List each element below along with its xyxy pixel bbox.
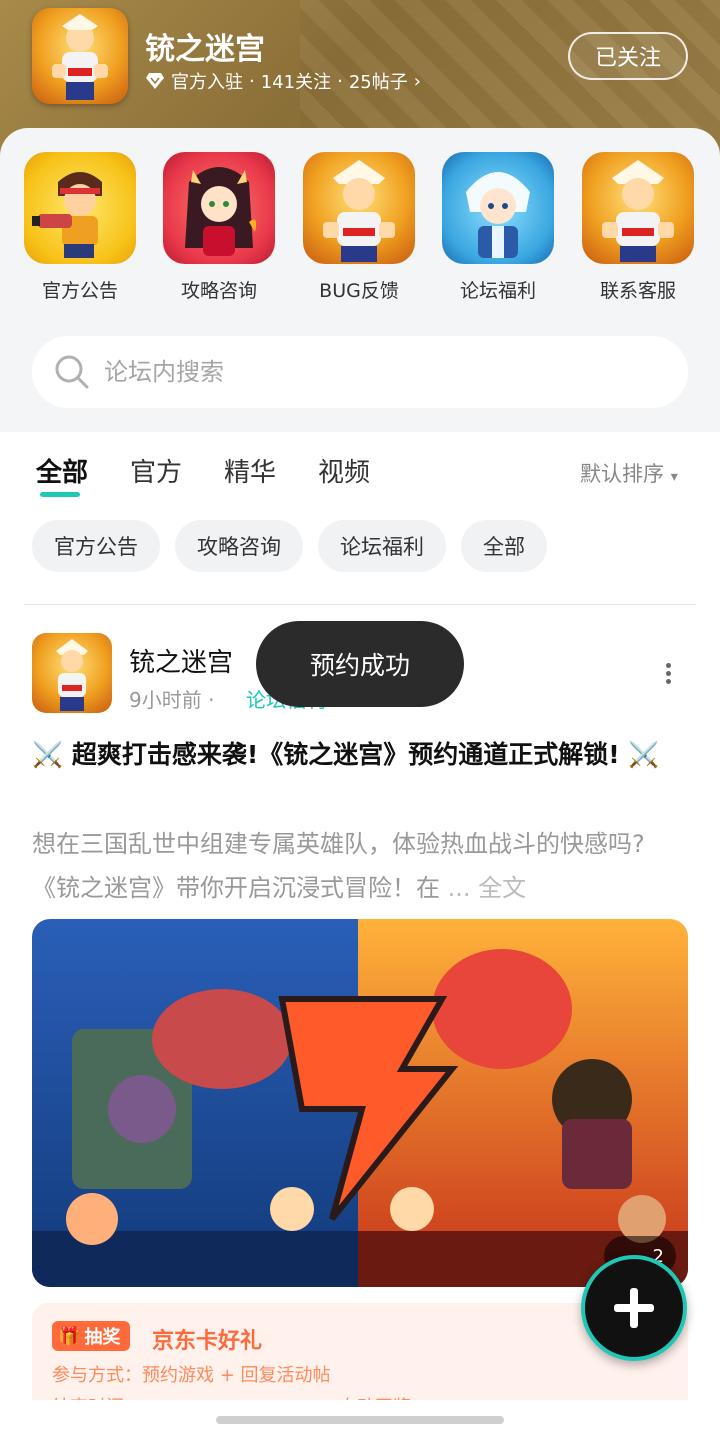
lottery-badge: 🎁 抽奖 [52, 1321, 131, 1351]
tab-featured[interactable]: 精华 [224, 452, 276, 489]
shortcut-label: 联系客服 [599, 280, 676, 302]
chip-all[interactable]: 全部 [461, 520, 547, 572]
sort-label: 默认排序 [580, 462, 664, 486]
post-time-text: 9小时前 [129, 688, 202, 712]
post-author[interactable]: 铳之迷宫 [129, 642, 233, 679]
game-title: 铳之迷宫 [145, 32, 265, 67]
game-meta: 官方入驻 · 141关注 · 25帖子 › [145, 68, 421, 94]
post-time: 9小时前 · [129, 688, 215, 712]
tab-video[interactable]: 视频 [318, 452, 370, 489]
meta-separator: · [337, 70, 343, 92]
chevron-right-icon: › [413, 70, 421, 92]
shortcut-guide[interactable]: 攻略咨询 [163, 152, 275, 303]
create-post-button[interactable] [581, 1255, 687, 1361]
more-options-icon[interactable] [660, 660, 676, 690]
game-icon[interactable] [32, 8, 128, 104]
welfare-character-icon [442, 152, 554, 264]
post-title[interactable]: ⚔️ 超爽打击感来袭!《铳之迷宫》预约通道正式解锁! ⚔️ [32, 734, 688, 776]
guide-character-icon [163, 152, 275, 264]
divider [24, 604, 696, 605]
chip-guide[interactable]: 攻略咨询 [175, 520, 303, 572]
shortcut-panel: 官方公告 攻略咨询 BUG反馈 论坛福利 联系客服 论坛内搜索 [0, 128, 720, 432]
followers-count: 141关注 [260, 72, 332, 93]
shortcut-label: 攻略咨询 [180, 280, 257, 302]
toast-message: 预约成功 [256, 621, 464, 707]
shortcut-bug-report[interactable]: BUG反馈 [303, 152, 415, 303]
post-body[interactable]: 想在三国乱世中组建专属英雄队，体验热血战斗的快感吗?《铳之迷宫》带你开启沉浸式冒… [32, 822, 688, 910]
verified-label: 官方入驻 [171, 72, 243, 93]
forum-search-bar[interactable] [32, 336, 688, 408]
search-input[interactable] [104, 358, 604, 386]
search-icon [55, 355, 89, 389]
sort-dropdown[interactable]: 默认排序 ▾ [580, 458, 678, 488]
category-chips: 官方公告 攻略咨询 论坛福利 全部 [32, 520, 547, 572]
bug-character-icon [303, 152, 415, 264]
service-character-icon [582, 152, 694, 264]
lottery-title: 京东卡好礼 [152, 1329, 263, 1354]
shortcut-label: 论坛福利 [459, 280, 536, 302]
expand-full-text-link[interactable]: ... 全文 [448, 874, 527, 902]
posts-count[interactable]: 25帖子 [349, 68, 408, 94]
shortcut-label: BUG反馈 [319, 280, 399, 302]
tab-all[interactable]: 全部 [36, 452, 88, 497]
meta-separator: · [249, 70, 255, 92]
lottery-badge-label: 抽奖 [84, 1327, 121, 1348]
follow-button[interactable]: 已关注 [568, 32, 688, 80]
caret-down-icon: ▾ [670, 469, 678, 485]
chip-announcement[interactable]: 官方公告 [32, 520, 160, 572]
post-image[interactable] [32, 919, 688, 1287]
gift-icon: 🎁 [58, 1325, 81, 1347]
shortcut-welfare[interactable]: 论坛福利 [442, 152, 554, 303]
feed-tabs: 全部 官方 精华 视频 [36, 452, 370, 497]
shortcut-label: 官方公告 [41, 280, 118, 302]
shortcut-customer-service[interactable]: 联系客服 [582, 152, 694, 303]
verified-diamond-icon [146, 73, 164, 89]
plus-icon [614, 1288, 654, 1328]
announcement-character-icon [24, 152, 136, 264]
post-body-text: 想在三国乱世中组建专属英雄队，体验热血战斗的快感吗?《铳之迷宫》带你开启沉浸式冒… [32, 830, 645, 902]
lottery-join-method: 参与方式：预约游戏 + 回复活动帖 [52, 1365, 331, 1386]
chip-welfare[interactable]: 论坛福利 [318, 520, 446, 572]
shortcut-announcement[interactable]: 官方公告 [24, 152, 136, 303]
home-indicator[interactable] [216, 1416, 504, 1424]
avatar[interactable] [32, 633, 112, 713]
tab-official[interactable]: 官方 [130, 452, 182, 489]
